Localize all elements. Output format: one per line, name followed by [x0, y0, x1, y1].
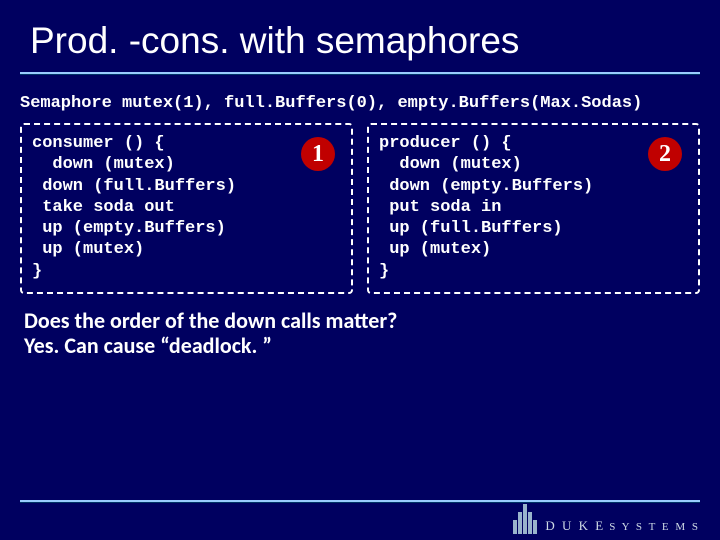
producer-header: producer () { down (mutex) — [379, 133, 648, 176]
question-line-2: Yes. Can cause “deadlock. ” — [24, 333, 696, 358]
consumer-line: up (mutex) — [32, 239, 341, 260]
producer-line: } — [379, 261, 688, 282]
consumer-header: consumer () { down (mutex) — [32, 133, 301, 176]
question-line-1: Does the order of the down calls matter? — [24, 308, 696, 333]
consumer-line: up (empty.Buffers) — [32, 218, 341, 239]
consumer-line: } — [32, 261, 341, 282]
semaphore-declaration: Semaphore mutex(1), full.Buffers(0), emp… — [20, 94, 700, 113]
logo-mark-icon — [513, 504, 537, 534]
badge-1-icon: 1 — [301, 137, 335, 171]
producer-line: up (mutex) — [379, 239, 688, 260]
producer-line: put soda in — [379, 197, 688, 218]
consumer-line: down (full.Buffers) — [32, 176, 341, 197]
code-columns: consumer () { down (mutex) 1 down (full.… — [20, 123, 700, 294]
producer-line: down (empty.Buffers) — [379, 176, 688, 197]
producer-code-box: producer () { down (mutex) 2 down (empty… — [367, 123, 700, 294]
footer-rule — [20, 500, 700, 502]
badge-2-icon: 2 — [648, 137, 682, 171]
consumer-code-box: consumer () { down (mutex) 1 down (full.… — [20, 123, 353, 294]
slide-content: Semaphore mutex(1), full.Buffers(0), emp… — [0, 74, 720, 294]
producer-line: up (full.Buffers) — [379, 218, 688, 239]
logo-word-duke: D U K E — [545, 518, 605, 534]
logo-word-systems: S Y S T E M S — [609, 521, 700, 533]
consumer-line: take soda out — [32, 197, 341, 218]
logo-text: D U K E S Y S T E M S — [545, 518, 700, 534]
duke-systems-logo: D U K E S Y S T E M S — [513, 504, 700, 534]
question-text: Does the order of the down calls matter?… — [0, 294, 720, 359]
slide-title: Prod. -cons. with semaphores — [0, 0, 720, 72]
